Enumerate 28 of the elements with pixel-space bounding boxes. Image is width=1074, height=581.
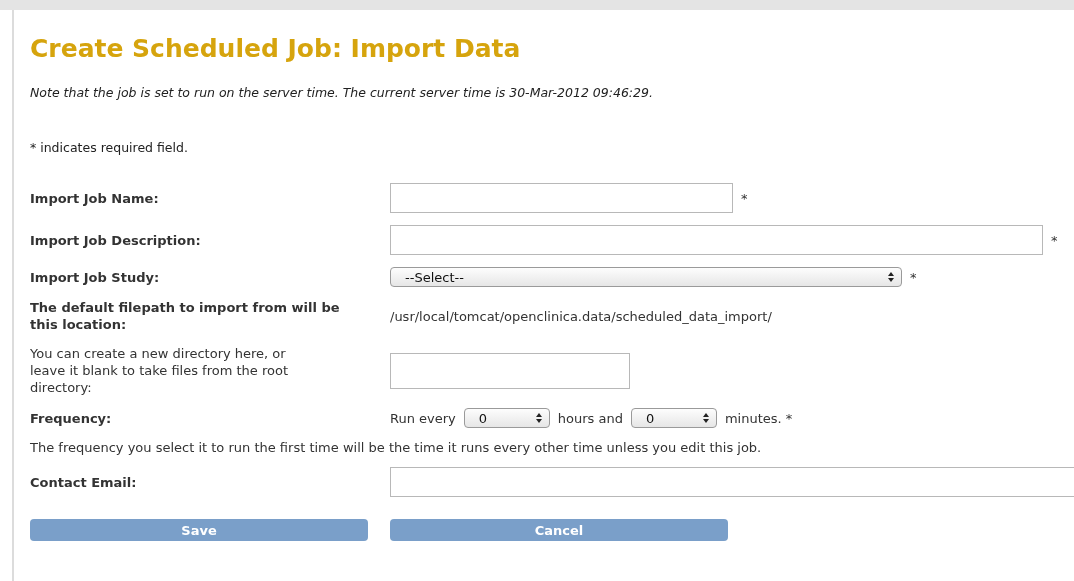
field-label: Import Job Description: — [30, 231, 202, 249]
directory-field[interactable] — [390, 352, 630, 389]
minutes-select[interactable]: 0 — [630, 408, 717, 428]
field-label: Import Job Study: — [30, 268, 161, 286]
hours-select[interactable]: 0 — [463, 408, 550, 428]
page-title: Create Scheduled Job: Import Data — [30, 34, 522, 63]
stepper-arrows-icon — [887, 271, 895, 283]
minutes-text: minutes. * — [724, 410, 793, 426]
study-select[interactable]: --Select-- — [390, 267, 902, 287]
field-label: The default filepath to import from will be this location: — [30, 299, 341, 333]
required-mark: * — [910, 269, 917, 285]
text-field[interactable] — [390, 183, 733, 213]
stepper-arrows-icon — [701, 412, 710, 424]
email-field[interactable] — [390, 467, 1074, 497]
required-mark: * — [1051, 232, 1058, 248]
required-field-note: * indicates required field. — [30, 140, 189, 155]
field-label: Frequency: — [30, 409, 113, 427]
frequency-note: The frequency you select it to run the first time will be the time it runs every other time unless you edit this job. — [30, 440, 763, 455]
run-every-text: Run every — [390, 410, 456, 426]
filepath-text: /usr/local/tomcat/openclinica.data/scheduled_data_import/ — [390, 308, 772, 324]
required-mark: * — [741, 190, 748, 206]
server-time-note: Note that the job is set to run on the server time. The current server time is 30-Mar-2012 09:46:29. — [30, 85, 654, 100]
text-field[interactable] — [390, 225, 1043, 255]
hours-text: hours and — [557, 410, 623, 426]
field-label: You can create a new directory here, or leave it blank to take files from the root directory: — [30, 345, 290, 396]
field-label: Contact Email: — [30, 473, 138, 491]
field-label: Import Job Name: — [30, 189, 160, 207]
stepper-arrows-icon — [534, 412, 543, 424]
